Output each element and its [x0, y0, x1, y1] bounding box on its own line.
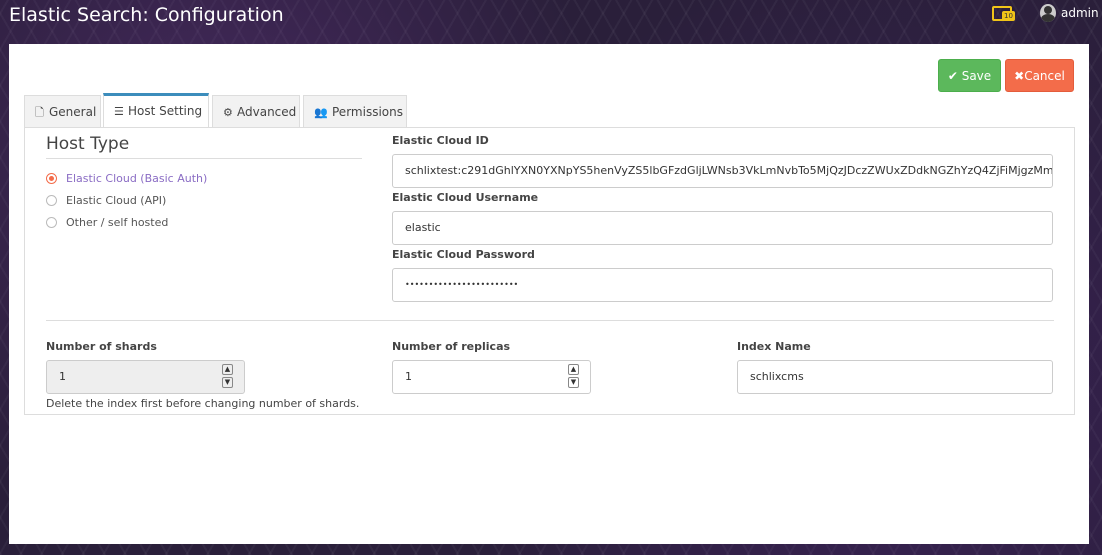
tab-advanced[interactable]: ⚙ Advanced [212, 95, 300, 127]
shards-label: Number of shards [46, 340, 157, 353]
replicas-label: Number of replicas [392, 340, 511, 353]
cloud-password-field[interactable]: •••••••••••••••••••••••• [392, 268, 1053, 302]
gear-icon: ⚙ [223, 106, 233, 119]
replicas-stepper[interactable]: 1 ▲ ▼ [392, 360, 591, 394]
host-setting-panel: Host Type Elastic Cloud (Basic Auth) Ela… [24, 127, 1075, 415]
chevron-up-icon[interactable]: ▲ [568, 364, 579, 375]
check-icon: ✔ [947, 69, 958, 83]
shards-stepper[interactable]: 1 ▲ ▼ [46, 360, 245, 394]
tab-host-setting[interactable]: ☰ Host Setting [103, 93, 209, 127]
close-icon: ✖ [1014, 69, 1025, 83]
chevron-down-icon[interactable]: ▼ [568, 377, 579, 388]
index-name-label: Index Name [737, 340, 811, 353]
tab-general[interactable]: 🗋 General [24, 95, 101, 127]
main-panel: ✔ Save ✖Cancel 🗋 General ☰ Host Setting ⚙ A… [9, 44, 1089, 544]
chevron-up-icon[interactable]: ▲ [222, 364, 233, 375]
chevron-down-icon[interactable]: ▼ [222, 377, 233, 388]
radio-button[interactable] [46, 217, 57, 228]
shards-help-text: Delete the index first before changing n… [46, 397, 360, 410]
cloud-username-field[interactable]: elastic [392, 211, 1053, 245]
cancel-button[interactable]: ✖Cancel [1005, 59, 1074, 92]
server-icon: ☰ [114, 105, 124, 118]
index-name-field[interactable]: schlixcms [737, 360, 1053, 394]
radio-button[interactable] [46, 195, 57, 206]
divider [46, 158, 362, 159]
radio-button[interactable] [46, 173, 57, 184]
top-bar: Elastic Search: Configuration 10 admin [0, 0, 1102, 40]
cloud-id-label: Elastic Cloud ID [392, 134, 489, 147]
user-menu[interactable]: admin [1061, 6, 1099, 20]
save-button[interactable]: ✔ Save [938, 59, 1001, 92]
tab-permissions[interactable]: 👥 Permissions [303, 95, 407, 127]
notifications-button[interactable]: 10 [992, 4, 1018, 24]
file-icon: 🗋 [35, 106, 44, 119]
section-title: Host Type [46, 134, 130, 154]
users-icon: 👥 [314, 106, 328, 119]
page-title: Elastic Search: Configuration [9, 4, 284, 26]
stepper-controls[interactable]: ▲ ▼ [222, 364, 233, 390]
avatar[interactable] [1040, 4, 1056, 22]
notification-badge: 10 [1002, 11, 1015, 21]
cloud-username-label: Elastic Cloud Username [392, 191, 539, 204]
cloud-id-field[interactable]: schlixtest:c291dGhlYXN0YXNpYS5henVyZS5lb… [392, 154, 1053, 188]
cloud-password-label: Elastic Cloud Password [392, 248, 535, 261]
divider [46, 320, 1054, 321]
stepper-controls[interactable]: ▲ ▼ [568, 364, 579, 390]
